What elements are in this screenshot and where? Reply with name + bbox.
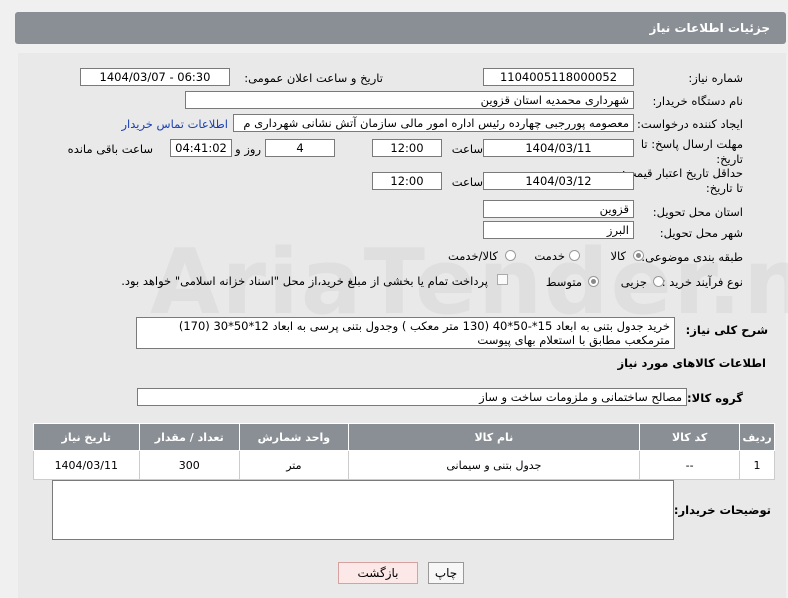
category-goods-radio[interactable]: [633, 250, 644, 261]
price-date-field: 1404/03/12: [483, 172, 634, 190]
process-medium-label: متوسط: [545, 275, 582, 289]
treasury-payment-checkbox[interactable]: [497, 274, 508, 285]
category-goods-label: کالا: [610, 249, 626, 263]
cell-code: --: [639, 450, 741, 480]
print-button[interactable]: چاپ: [428, 562, 464, 584]
cell-date: 1404/03/11: [33, 450, 140, 480]
days-label: روز و: [235, 142, 261, 156]
province-field: قزوین: [483, 200, 634, 218]
cell-name: جدول بتنی و سیمانی: [347, 450, 641, 480]
deadline-label: مهلت ارسال پاسخ: تا تاریخ:: [640, 137, 743, 166]
buyer-notes-label: توضیحات خریدار:: [673, 503, 771, 517]
buyer-notes-field[interactable]: [52, 480, 674, 540]
deadline-time-label: ساعت: [451, 142, 483, 156]
need-number-label: شماره نیاز:: [688, 71, 743, 85]
col-qty-header: تعداد / مقدار: [138, 423, 241, 451]
announce-label: تاریخ و ساعت اعلان عمومی:: [244, 71, 383, 85]
buyer-org-field: شهرداری محمدیه استان قزوین: [185, 91, 634, 109]
deadline-time-field: 12:00: [372, 139, 442, 157]
goods-group-field: مصالح ساختمانی و ملزومات ساخت و ساز: [137, 388, 687, 406]
creator-label: ایجاد کننده درخواست:: [637, 117, 743, 131]
category-goods-service-radio[interactable]: [505, 250, 516, 261]
remaining-label: ساعت باقی مانده: [67, 142, 153, 156]
category-goods-service-label: کالا/خدمت: [447, 249, 498, 263]
buyer-org-label: نام دستگاه خریدار:: [652, 94, 743, 108]
col-date-header: تاریخ نیاز: [33, 423, 140, 451]
category-service-radio[interactable]: [569, 250, 580, 261]
process-medium-radio[interactable]: [588, 276, 599, 287]
col-name-header: نام کالا: [347, 423, 641, 451]
table-row: 1 -- جدول بتنی و سیمانی متر 300 1404/03/…: [33, 450, 775, 480]
description-field: خرید جدول بتنی به ابعاد 15*-50*40 (130 م…: [136, 317, 675, 349]
announce-field: 1404/03/07 - 06:30: [80, 68, 230, 86]
cell-qty: 300: [138, 450, 241, 480]
process-partial-radio[interactable]: [653, 276, 664, 287]
page-title: جزئیات اطلاعات نیاز: [649, 21, 770, 35]
process-type-label: نوع فرآیند خرید :: [661, 275, 743, 289]
category-label: طبقه بندی موضوعی:: [641, 250, 743, 264]
contact-info-link[interactable]: اطلاعات تماس خریدار: [121, 117, 228, 131]
deadline-date-field: 1404/03/11: [483, 139, 634, 157]
goods-section-title: اطلاعات کالاهای مورد نیاز: [617, 356, 766, 370]
col-unit-header: واحد شمارش: [239, 423, 349, 451]
price-validity-label: حداقل تاریخ اعتبار قیمت: تا تاریخ:: [621, 166, 743, 195]
days-field: 4: [265, 139, 335, 157]
process-partial-label: جزیی: [620, 275, 647, 289]
creator-field: معصومه پوررجبی چهارده رئیس اداره امور ما…: [233, 114, 634, 132]
price-time-field: 12:00: [372, 172, 442, 190]
city-field: البرز: [483, 221, 634, 239]
province-label: استان محل تحویل:: [652, 205, 743, 219]
goods-table: ردیف کد کالا نام کالا واحد شمارش تعداد /…: [33, 423, 775, 480]
goods-group-label: گروه کالا:: [687, 391, 743, 405]
need-number-field: 1104005118000052: [483, 68, 634, 86]
price-time-label: ساعت: [451, 175, 483, 189]
remaining-time-field: 04:41:02: [170, 139, 232, 157]
category-service-label: خدمت: [534, 249, 565, 263]
treasury-payment-note: پرداخت تمام یا بخشی از مبلغ خرید،از محل …: [121, 274, 488, 288]
col-code-header: کد کالا: [639, 423, 741, 451]
description-line-1: خرید جدول بتنی به ابعاد 15*-50*40 (130 م…: [178, 319, 670, 333]
col-row-header: ردیف: [739, 423, 775, 451]
description-line-2: مترمکعب مطابق با استعلام بهای پیوست: [477, 333, 670, 347]
city-label: شهر محل تحویل:: [659, 226, 743, 240]
cell-unit: متر: [239, 450, 349, 480]
cell-row: 1: [739, 450, 775, 480]
description-label: شرح کلی نیاز:: [685, 323, 768, 337]
back-button[interactable]: بازگشت: [338, 562, 418, 584]
page-header: جزئیات اطلاعات نیاز: [15, 12, 786, 44]
